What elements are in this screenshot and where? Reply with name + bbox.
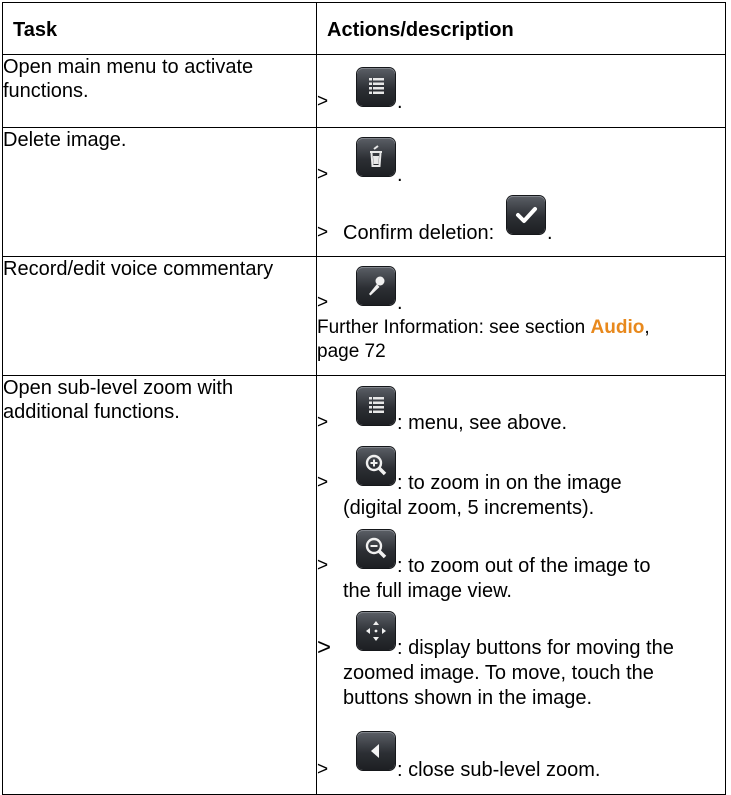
step-text: buttons shown in the image. (343, 687, 593, 709)
menu-icon (357, 387, 395, 425)
step-text: : menu, see above. (397, 412, 568, 434)
table-row: Open sub-level zoom with additional func… (2, 375, 726, 795)
actions-cell: > . Further Information: see section Aud… (316, 256, 726, 376)
actions-cell: > . (316, 54, 726, 128)
audio-section-link[interactable]: Audio (591, 317, 645, 338)
step-text: . (397, 91, 403, 113)
task-table: Task Actions/description Open main menu … (2, 2, 726, 795)
step-text: : to zoom out of the image to (397, 555, 651, 577)
task-cell: Open sub-level zoom with additional func… (2, 375, 317, 795)
bullet: > (317, 292, 329, 313)
actions-cell: > : menu, see above. > : to zoom in on t… (316, 375, 726, 795)
step-text: Confirm deletion: (343, 222, 495, 244)
bullet: > (317, 472, 329, 493)
bullet: > (317, 164, 329, 185)
move-icon (357, 612, 395, 650)
table-row: Delete image. > . > Confirm deletion: . (2, 127, 726, 257)
back-arrow-icon (357, 732, 395, 770)
bullet: > (317, 222, 329, 243)
step-text: . (547, 222, 553, 244)
task-text: Open sub-level zoom with additional func… (3, 377, 234, 423)
step-text: (digital zoom, 5 increments). (343, 497, 595, 519)
zoom-in-icon (357, 447, 395, 485)
zoom-out-icon (357, 530, 395, 568)
trash-icon (357, 138, 395, 176)
bullet: > (317, 412, 329, 433)
task-cell: Open main menu to activate functions. (2, 54, 317, 128)
actions-cell: > . > Confirm deletion: . (316, 127, 726, 257)
step-text: zoomed image. To move, touch the (343, 662, 654, 684)
task-text: Delete image. (3, 129, 127, 151)
table-row: Record/edit voice commentary > . Further… (2, 256, 726, 376)
step-text: : to zoom in on the image (397, 472, 622, 494)
further-info-note: Further Information: see section Audio, … (317, 316, 650, 364)
step-text: . (397, 164, 403, 186)
microphone-icon (357, 267, 395, 305)
task-text: Record/edit voice commentary (3, 258, 274, 280)
task-text: Open main menu to activate functions. (3, 56, 254, 102)
table-header-row: Task Actions/description (2, 2, 726, 55)
table-row: Open main menu to activate functions. > … (2, 54, 726, 128)
note-text: , (644, 317, 650, 338)
step-text: : display buttons for moving the (397, 637, 674, 659)
menu-icon (357, 68, 395, 106)
header-actions: Actions/description (316, 2, 726, 55)
step-text: : close sub-level zoom. (397, 759, 601, 781)
note-text: Further Information: see section (317, 317, 591, 338)
header-task: Task (2, 2, 317, 55)
checkmark-icon (507, 196, 545, 234)
bullet: > (317, 634, 332, 661)
task-cell: Delete image. (2, 127, 317, 257)
bullet: > (317, 759, 329, 780)
step-text: . (397, 292, 403, 314)
note-text: page 72 (317, 341, 386, 362)
bullet: > (317, 91, 329, 112)
task-cell: Record/edit voice commentary (2, 256, 317, 376)
bullet: > (317, 555, 329, 576)
step-text: the full image view. (343, 580, 512, 602)
